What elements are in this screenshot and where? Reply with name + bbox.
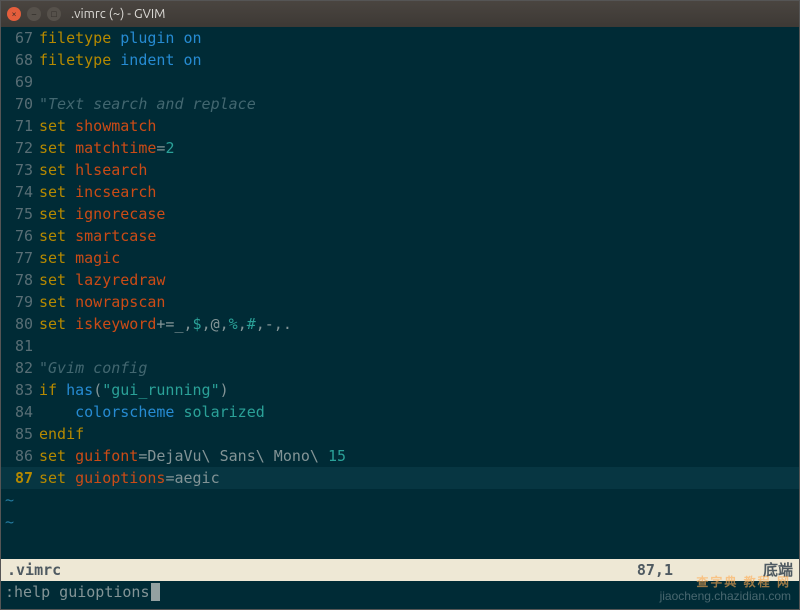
line-number: 87 <box>1 467 39 489</box>
code-line[interactable]: 82"Gvim config <box>1 357 799 379</box>
minimize-icon[interactable]: – <box>27 7 41 21</box>
tilde-line: ~ <box>1 511 799 533</box>
code-content: endif <box>39 423 84 445</box>
cursor-icon <box>151 583 160 601</box>
line-number: 74 <box>1 181 39 203</box>
code-line[interactable]: 85endif <box>1 423 799 445</box>
watermark-top: 查字典 教程 网 <box>660 575 791 589</box>
line-number: 79 <box>1 291 39 313</box>
line-number: 85 <box>1 423 39 445</box>
code-content: "Gvim config <box>39 357 147 379</box>
tilde-line: ~ <box>1 489 799 511</box>
editor-area[interactable]: 67filetype plugin on68filetype indent on… <box>1 27 799 609</box>
code-content: set lazyredraw <box>39 269 165 291</box>
command-text: :help guioptions <box>5 581 150 603</box>
window-buttons: × – □ <box>7 7 61 21</box>
code-content: set nowrapscan <box>39 291 165 313</box>
line-number: 83 <box>1 379 39 401</box>
code-line[interactable]: 71set showmatch <box>1 115 799 137</box>
code-line[interactable]: 74set incsearch <box>1 181 799 203</box>
code-line[interactable]: 69 <box>1 71 799 93</box>
code-content: set ignorecase <box>39 203 165 225</box>
watermark-bottom: jiaocheng.chazidian.com <box>660 589 791 603</box>
line-number: 80 <box>1 313 39 335</box>
line-number: 69 <box>1 71 39 93</box>
code-line[interactable]: 86set guifont=DejaVu\ Sans\ Mono\ 15 <box>1 445 799 467</box>
line-number: 78 <box>1 269 39 291</box>
line-number: 67 <box>1 27 39 49</box>
line-number: 68 <box>1 49 39 71</box>
line-number: 77 <box>1 247 39 269</box>
code-content: set matchtime=2 <box>39 137 174 159</box>
code-line[interactable]: 77set magic <box>1 247 799 269</box>
line-number: 84 <box>1 401 39 423</box>
code-line[interactable]: 87set guioptions=aegic <box>1 467 799 489</box>
status-filename: .vimrc <box>7 559 61 581</box>
code-line[interactable]: 75set ignorecase <box>1 203 799 225</box>
code-line[interactable]: 76set smartcase <box>1 225 799 247</box>
line-number: 75 <box>1 203 39 225</box>
code-content: set iskeyword+=_,$,@,%,#,-,. <box>39 313 292 335</box>
code-line[interactable]: 72set matchtime=2 <box>1 137 799 159</box>
code-content: "Text search and replace <box>39 93 256 115</box>
code-line[interactable]: 70"Text search and replace <box>1 93 799 115</box>
code-line[interactable]: 80set iskeyword+=_,$,@,%,#,-,. <box>1 313 799 335</box>
code-line[interactable]: 79set nowrapscan <box>1 291 799 313</box>
code-line[interactable]: 81 <box>1 335 799 357</box>
code-line[interactable]: 84 colorscheme solarized <box>1 401 799 423</box>
code-content: set smartcase <box>39 225 156 247</box>
code-content: if has("gui_running") <box>39 379 229 401</box>
code-content: set incsearch <box>39 181 156 203</box>
line-number: 71 <box>1 115 39 137</box>
code-line[interactable]: 83if has("gui_running") <box>1 379 799 401</box>
code-content: set showmatch <box>39 115 156 137</box>
line-number: 70 <box>1 93 39 115</box>
window-title: .vimrc (~) - GVIM <box>71 7 165 21</box>
line-number: 82 <box>1 357 39 379</box>
code-content: colorscheme solarized <box>39 401 265 423</box>
line-number: 72 <box>1 137 39 159</box>
code-content: filetype indent on <box>39 49 202 71</box>
line-number: 86 <box>1 445 39 467</box>
maximize-icon[interactable]: □ <box>47 7 61 21</box>
code-line[interactable]: 73set hlsearch <box>1 159 799 181</box>
code-line[interactable]: 67filetype plugin on <box>1 27 799 49</box>
code-content: set hlsearch <box>39 159 147 181</box>
code-line[interactable]: 78set lazyredraw <box>1 269 799 291</box>
line-number: 81 <box>1 335 39 357</box>
watermark: 查字典 教程 网 jiaocheng.chazidian.com <box>660 575 791 603</box>
code-content: set guifont=DejaVu\ Sans\ Mono\ 15 <box>39 445 346 467</box>
close-icon[interactable]: × <box>7 7 21 21</box>
line-number: 73 <box>1 159 39 181</box>
code-content: set magic <box>39 247 120 269</box>
code-content: filetype plugin on <box>39 27 202 49</box>
code-line[interactable]: 68filetype indent on <box>1 49 799 71</box>
window-titlebar: × – □ .vimrc (~) - GVIM <box>1 1 799 27</box>
code-content: set guioptions=aegic <box>39 467 220 489</box>
line-number: 76 <box>1 225 39 247</box>
